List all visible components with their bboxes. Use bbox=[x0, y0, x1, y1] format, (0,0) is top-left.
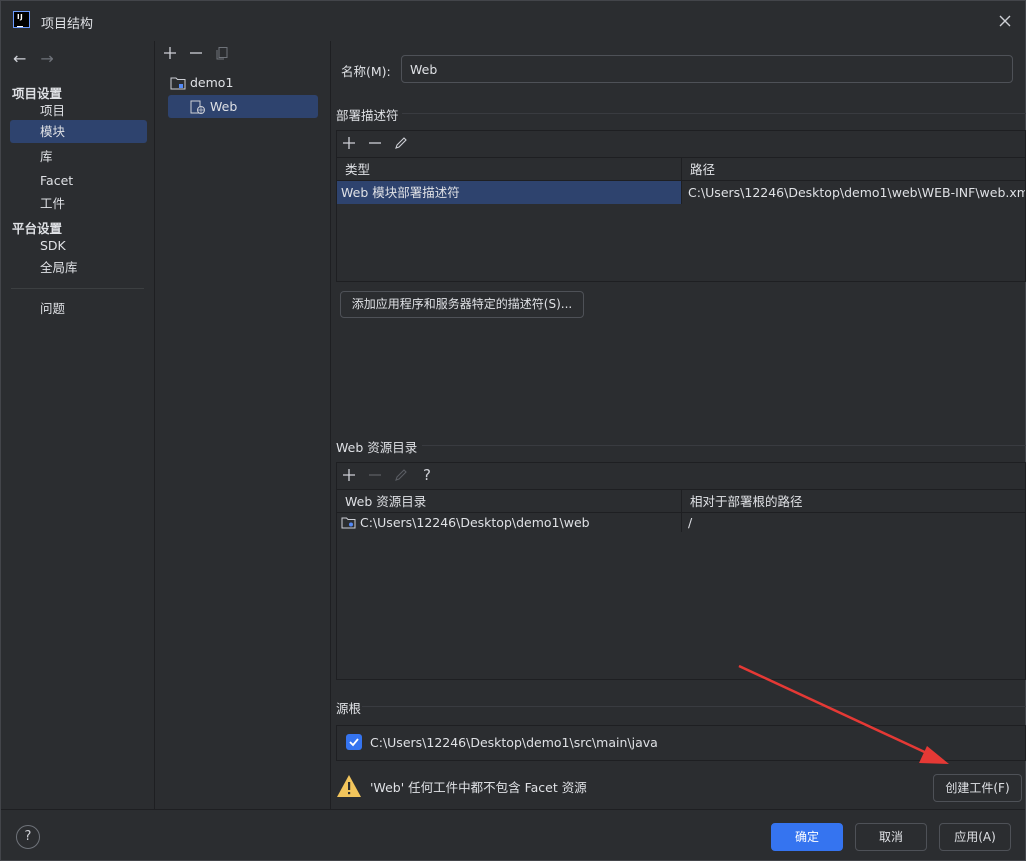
annotation-arrow bbox=[738, 664, 949, 764]
project-structure-dialog: IJ 项目结构 ← → 项目设置 项目 模块 库 Facet 工件 平台设置 S… bbox=[0, 0, 1026, 861]
